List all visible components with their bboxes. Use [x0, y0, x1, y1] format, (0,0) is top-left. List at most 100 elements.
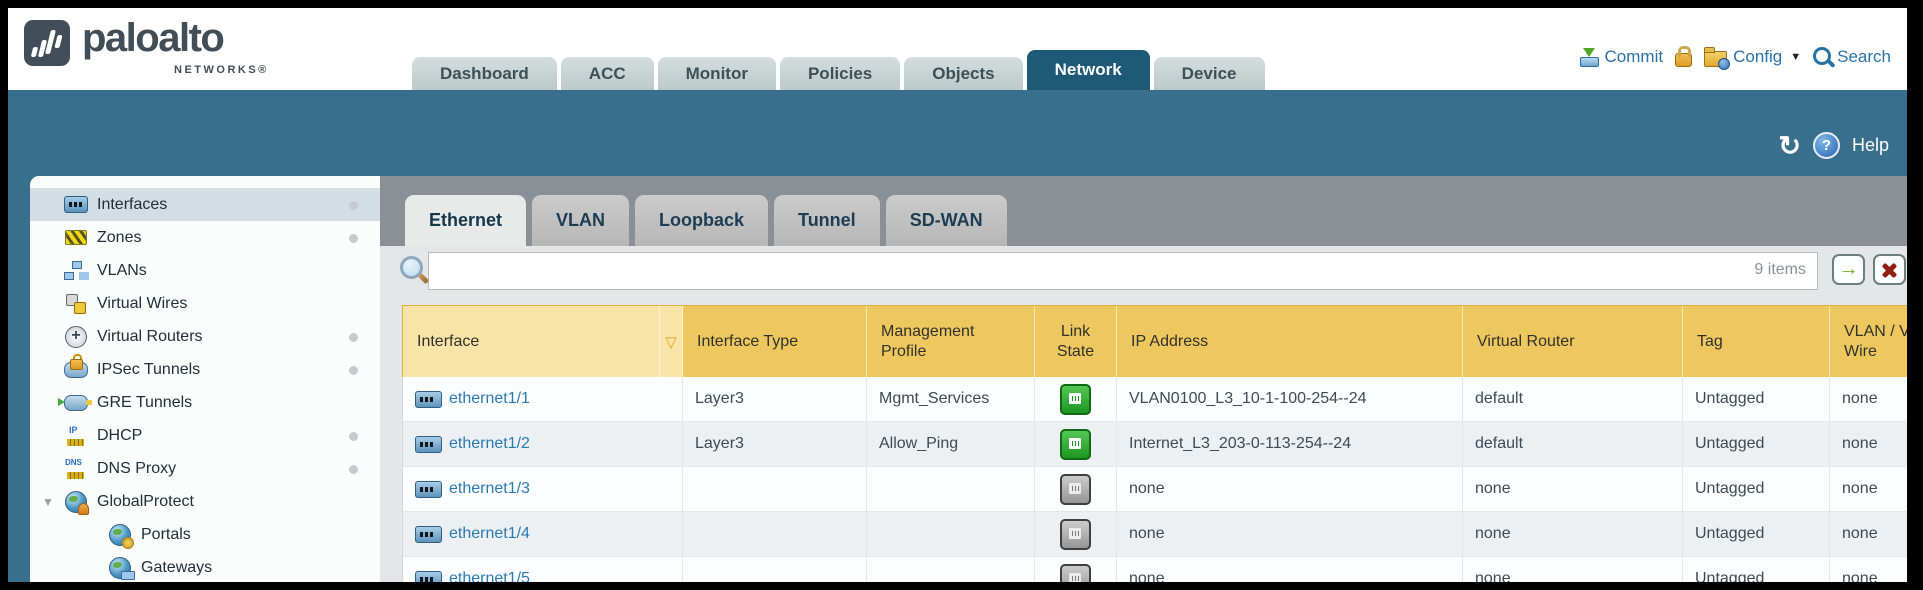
sidebar-item-interfaces[interactable]: Interfaces — [30, 188, 380, 221]
interfaces-icon — [64, 194, 88, 216]
cell-link-state — [1035, 422, 1117, 466]
cell-link-state — [1035, 557, 1117, 582]
column-header-management-profile[interactable]: Management Profile — [867, 306, 1035, 377]
subtab-vlan[interactable]: VLAN — [532, 195, 629, 246]
app-window: paloalto NETWORKS® Dashboard ACC Monitor… — [8, 8, 1907, 582]
subtab-sdwan[interactable]: SD-WAN — [886, 195, 1007, 246]
link-state-icon — [1060, 474, 1091, 505]
subtab-tunnel[interactable]: Tunnel — [774, 195, 880, 246]
cell-mgmt-profile: Allow_Ping — [867, 422, 1035, 466]
cell-mgmt-profile — [867, 467, 1035, 511]
cell-virtual-router: none — [1463, 557, 1683, 582]
config-label: Config — [1733, 47, 1782, 67]
tab-objects[interactable]: Objects — [904, 57, 1022, 90]
help-icon[interactable]: ? — [1813, 132, 1840, 159]
chevron-down-icon: ▼ — [1790, 51, 1801, 63]
vlans-icon — [64, 261, 88, 281]
column-header-ip-address[interactable]: IP Address — [1117, 306, 1463, 377]
main-content: Ethernet VLAN Loopback Tunnel SD-WAN 9 i… — [380, 176, 1907, 582]
interface-link[interactable]: ethernet1/5 — [449, 570, 530, 582]
clear-filter-button[interactable] — [1873, 254, 1906, 285]
table-row[interactable]: ethernet1/1 Layer3 Mgmt_Services VLAN010… — [402, 377, 1907, 422]
tab-monitor[interactable]: Monitor — [658, 57, 776, 90]
interfaces-table: Interface ▽ Interface Type Management Pr… — [402, 305, 1907, 582]
interface-link[interactable]: ethernet1/1 — [449, 390, 530, 408]
cell-interface: ethernet1/2 — [403, 422, 683, 466]
tab-network[interactable]: Network — [1027, 50, 1150, 90]
sidebar-item-dhcp[interactable]: DHCP — [30, 419, 380, 452]
cell-interface: ethernet1/5 — [403, 557, 683, 582]
globalprotect-icon — [64, 491, 88, 513]
interface-subtabs: Ethernet VLAN Loopback Tunnel SD-WAN — [405, 195, 1007, 246]
item-dot — [349, 366, 358, 375]
lock-icon[interactable] — [1675, 53, 1692, 67]
help-label[interactable]: Help — [1852, 135, 1889, 156]
column-header-interface[interactable]: Interface — [403, 306, 660, 377]
column-header-virtual-router[interactable]: Virtual Router — [1463, 306, 1683, 377]
sort-triangle-icon[interactable]: ▽ — [665, 333, 677, 351]
gre-tunnels-icon — [64, 392, 88, 414]
tab-dashboard[interactable]: Dashboard — [412, 57, 557, 90]
refresh-icon[interactable]: ↻ — [1778, 134, 1801, 158]
sidebar-item-virtual-wires[interactable]: Virtual Wires — [30, 287, 380, 320]
config-menu-button[interactable]: Config ▼ — [1704, 46, 1801, 67]
link-state-icon — [1060, 384, 1091, 415]
left-sidebar: Interfaces Zones VLANs Virtual Wires — [30, 176, 380, 582]
sidebar-item-globalprotect[interactable]: ▼ GlobalProtect — [30, 485, 380, 518]
interface-link[interactable]: ethernet1/3 — [449, 480, 530, 498]
table-row[interactable]: ethernet1/5 none none Untagged none — [402, 557, 1907, 582]
filter-search-icon[interactable] — [400, 256, 423, 279]
column-header-link-state[interactable]: Link State — [1035, 306, 1117, 377]
search-icon — [1813, 47, 1831, 65]
tab-policies[interactable]: Policies — [780, 57, 900, 90]
cell-ip-address: none — [1117, 512, 1463, 556]
table-row[interactable]: ethernet1/4 none none Untagged none — [402, 512, 1907, 557]
commit-label: Commit — [1605, 47, 1664, 67]
link-state-icon — [1060, 429, 1091, 460]
table-row[interactable]: ethernet1/3 none none Untagged none — [402, 467, 1907, 512]
column-header-interface-type[interactable]: Interface Type — [683, 306, 867, 377]
interface-link[interactable]: ethernet1/4 — [449, 525, 530, 543]
logo-networks-text: NETWORKS® — [174, 64, 269, 76]
cell-mgmt-profile — [867, 557, 1035, 582]
column-header-tag[interactable]: Tag — [1683, 306, 1830, 377]
commit-button[interactable]: Commit — [1579, 47, 1664, 67]
cell-ip-address: none — [1117, 557, 1463, 582]
subtab-loopback[interactable]: Loopback — [635, 195, 768, 246]
top-header-bar: paloalto NETWORKS® Dashboard ACC Monitor… — [8, 8, 1907, 90]
interface-icon — [415, 481, 442, 498]
commit-icon — [1579, 47, 1599, 67]
cell-ip-address: VLAN0100_L3_10-1-100-254--24 — [1117, 377, 1463, 421]
sidebar-item-ipsec-tunnels[interactable]: IPSec Tunnels — [30, 353, 380, 386]
table-row[interactable]: ethernet1/2 Layer3 Allow_Ping Internet_L… — [402, 422, 1907, 467]
sidebar-item-zones[interactable]: Zones — [30, 221, 380, 254]
gateways-icon — [108, 557, 132, 579]
interface-link[interactable]: ethernet1/2 — [449, 435, 530, 453]
tab-device[interactable]: Device — [1154, 57, 1265, 90]
item-dot — [349, 333, 358, 342]
cell-interface-type: Layer3 — [683, 377, 867, 421]
sidebar-item-gre-tunnels[interactable]: GRE Tunnels — [30, 386, 380, 419]
apply-filter-button[interactable]: → — [1832, 254, 1865, 285]
dhcp-icon — [64, 425, 88, 447]
virtual-routers-icon — [64, 326, 88, 348]
filter-input[interactable] — [428, 252, 1818, 290]
column-header-vlan-wire[interactable]: VLAN / Virtual Wire — [1830, 306, 1907, 377]
filter-bar: 9 items — [428, 252, 1818, 290]
search-button[interactable]: Search — [1813, 47, 1891, 67]
cell-tag: Untagged — [1683, 422, 1830, 466]
sidebar-item-portals[interactable]: Portals — [30, 518, 380, 551]
cell-virtual-router: none — [1463, 467, 1683, 511]
sidebar-item-vlans[interactable]: VLANs — [30, 254, 380, 287]
sidebar-item-gateways[interactable]: Gateways — [30, 551, 380, 582]
sort-dropdown-cell[interactable]: ▽ — [660, 306, 683, 377]
sidebar-item-dns-proxy[interactable]: DNS Proxy — [30, 452, 380, 485]
sidebar-item-virtual-routers[interactable]: Virtual Routers — [30, 320, 380, 353]
cell-vlan-wire: none — [1830, 422, 1907, 466]
config-folder-icon — [1704, 51, 1727, 67]
tab-acc[interactable]: ACC — [561, 57, 654, 90]
expander-triangle-icon[interactable]: ▼ — [42, 495, 54, 509]
ipsec-tunnels-icon — [64, 359, 88, 381]
link-state-icon — [1060, 564, 1091, 583]
subtab-ethernet[interactable]: Ethernet — [405, 195, 526, 246]
